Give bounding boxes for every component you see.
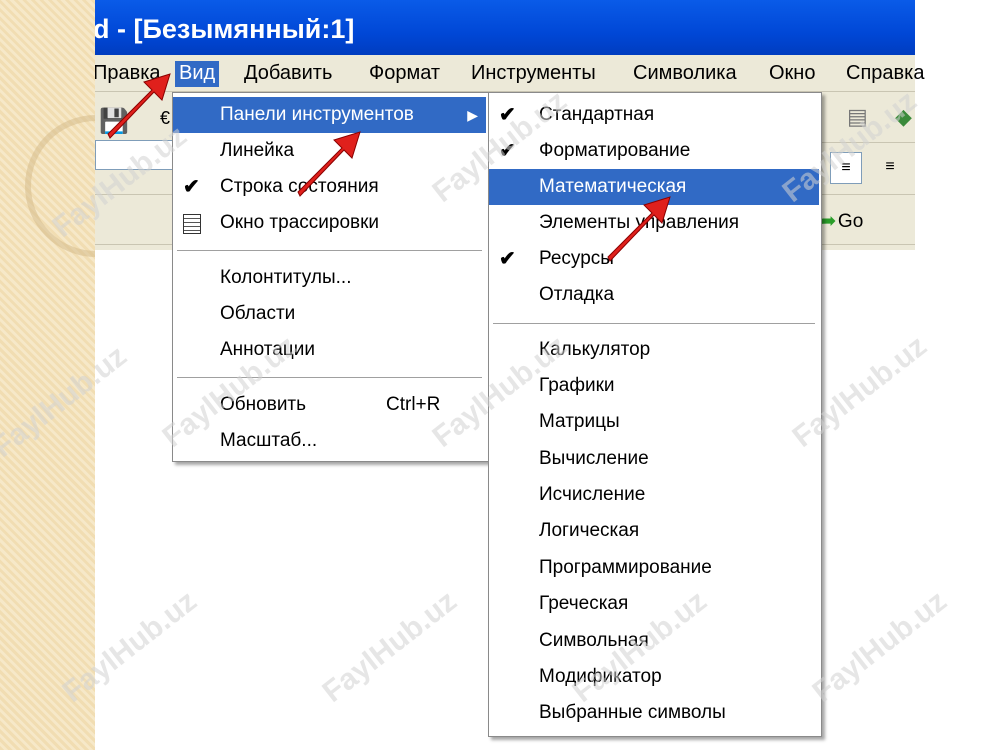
pointer-arrow-icon (107, 73, 171, 139)
menu-separator (177, 250, 482, 251)
toolbar-formatting[interactable]: ✔ Форматирование (489, 133, 819, 169)
decorative-strip (0, 0, 95, 750)
view-menu-annotations[interactable]: Аннотации (173, 332, 486, 368)
resource-icon[interactable]: ◆ (895, 104, 912, 130)
menu-symbolics[interactable]: Символика (629, 61, 741, 87)
view-menu-zoom[interactable]: Масштаб... (173, 423, 486, 459)
title-bar: d - [Безымянный:1] (95, 0, 915, 62)
go-button[interactable]: ➦ Go (820, 210, 863, 233)
toolbar-favorite-symbols[interactable]: Выбранные символы (489, 695, 819, 731)
menu-bar: Правка Вид Добавить Формат Инструменты С… (95, 55, 924, 92)
align-left-button[interactable]: ≡ (830, 152, 862, 184)
menu-insert[interactable]: Добавить (240, 61, 336, 87)
menu-window[interactable]: Окно (765, 61, 819, 87)
toolbar-standard[interactable]: ✔ Стандартная (489, 97, 819, 133)
toolbar-programming[interactable]: Программирование (489, 550, 819, 586)
toolbar-boolean[interactable]: Логическая (489, 513, 819, 549)
window-title: d - [Безымянный:1] (95, 14, 355, 44)
toolbar-graphs[interactable]: Графики (489, 368, 819, 404)
toolbar-calculus[interactable]: Исчисление (489, 477, 819, 513)
go-label: Go (837, 211, 864, 232)
trace-window-icon (183, 214, 201, 234)
checkmark-icon: ✔ (499, 248, 516, 270)
checkmark-icon: ✔ (499, 104, 516, 126)
checkmark-icon: ✔ (499, 140, 516, 162)
toolbar-modifier[interactable]: Модификатор (489, 659, 819, 695)
view-menu-refresh[interactable]: Обновить Ctrl+R (173, 387, 486, 423)
toolbar-matrices[interactable]: Матрицы (489, 404, 819, 440)
toolbar-greek[interactable]: Греческая (489, 586, 819, 622)
pointer-arrow-icon (297, 131, 361, 197)
toolbar-calculator[interactable]: Калькулятор (489, 332, 819, 368)
checkmark-icon: ✔ (183, 176, 200, 198)
view-menu-trace-window[interactable]: Окно трассировки (173, 205, 486, 241)
app-screen: d - [Безымянный:1] Правка Вид Добавить Ф… (95, 0, 1000, 750)
view-menu-headers-footers[interactable]: Колонтитулы... (173, 260, 486, 296)
toolbar-symbolic[interactable]: Символьная (489, 623, 819, 659)
shortcut-label: Ctrl+R (386, 394, 441, 415)
align-center-button[interactable]: ≡ (875, 152, 905, 182)
submenu-arrow-icon: ▶ (467, 107, 478, 123)
menu-format[interactable]: Формат (365, 61, 444, 87)
toolbar-debug[interactable]: Отладка (489, 277, 819, 313)
copy-icon[interactable]: ▤ (847, 104, 868, 130)
menu-tools[interactable]: Инструменты (467, 61, 600, 87)
menu-separator (493, 323, 815, 324)
pointer-arrow-icon (607, 196, 671, 262)
go-arrow-icon: ➦ (820, 211, 836, 232)
view-menu-regions[interactable]: Области (173, 296, 486, 332)
menu-separator (177, 377, 482, 378)
menu-help[interactable]: Справка (842, 61, 928, 87)
toolbar-evaluation[interactable]: Вычисление (489, 441, 819, 477)
